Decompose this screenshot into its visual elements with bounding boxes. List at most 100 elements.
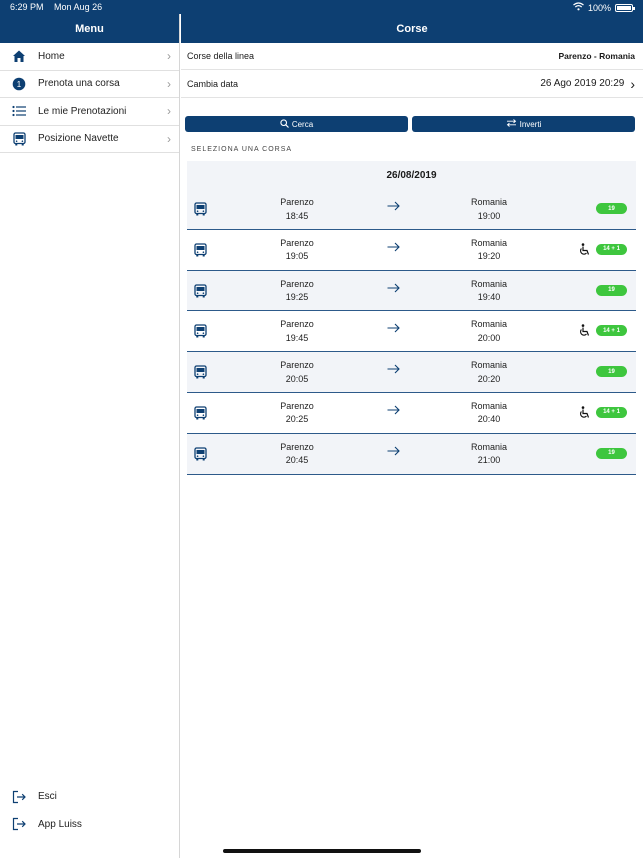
wheelchair-icon <box>578 324 591 339</box>
trip-arrival: Romania 21:00 <box>459 441 519 468</box>
sidebar-item-label: Posizione Navette <box>38 133 119 145</box>
trip-to: Romania <box>470 278 508 289</box>
sidebar-item-home[interactable]: Home › <box>0 43 179 71</box>
trip-dep-time: 19:45 <box>285 332 309 343</box>
trip-row[interactable]: Parenzo 19:05 Romania 19:20 14 + 1 <box>187 229 636 271</box>
seats-badge: 19 <box>596 447 627 459</box>
trip-dep-time: 20:45 <box>285 455 309 466</box>
date-value-wrap: 26 Ago 2019 20:29 › <box>540 76 635 92</box>
trip-row[interactable]: Parenzo 19:25 Romania 19:40 19 <box>187 271 636 312</box>
main-panel: Corse Corse della linea Parenzo - Romani… <box>181 14 643 858</box>
trip-departure: Parenzo 20:05 <box>267 359 327 386</box>
search-icon <box>280 118 289 130</box>
trip-arr-time: 19:00 <box>477 210 501 221</box>
bus-icon <box>194 447 207 463</box>
trip-from: Parenzo <box>280 400 314 411</box>
seats-badge: 19 <box>596 284 627 296</box>
trip-list: 26/08/2019 Parenzo 18:45 Romania 19:00 1… <box>187 161 636 475</box>
trip-row[interactable]: Parenzo 20:05 Romania 20:20 19 <box>187 352 636 393</box>
arrow-right-icon <box>387 446 400 458</box>
trip-row[interactable]: Parenzo 20:45 Romania 21:00 19 <box>187 434 636 475</box>
wifi-icon <box>573 2 584 13</box>
chevron-right-icon: › <box>167 49 171 64</box>
bus-icon <box>194 283 207 300</box>
date-value: 26 Ago 2019 20:29 <box>540 78 625 89</box>
seats-badge: 19 <box>596 366 627 378</box>
trip-arrival: Romania 20:00 <box>459 318 519 345</box>
trip-to: Romania <box>470 441 508 452</box>
trip-arrival: Romania 20:40 <box>459 400 519 427</box>
action-buttons: Cerca Inverti <box>181 116 643 132</box>
sidebar-item-label: Home <box>38 50 65 62</box>
bus-icon <box>12 132 26 146</box>
trip-arrival: Romania 19:00 <box>459 196 519 223</box>
line-row: Corse della linea Parenzo - Romania <box>181 43 643 70</box>
change-date-row[interactable]: Cambia data 26 Ago 2019 20:29 › <box>181 70 643 98</box>
trip-departure: Parenzo 20:45 <box>267 441 327 468</box>
bus-icon <box>194 365 207 381</box>
wheelchair-icon <box>578 243 591 258</box>
chevron-right-icon: › <box>630 75 635 92</box>
section-title: SELEZIONA UNA CORSA <box>191 146 293 153</box>
trip-arr-time: 20:40 <box>477 414 501 425</box>
trip-row[interactable]: Parenzo 19:45 Romania 20:00 14 + 1 <box>187 311 636 353</box>
trip-departure: Parenzo 18:45 <box>267 196 327 223</box>
trip-dep-time: 19:25 <box>285 292 309 303</box>
trip-from: Parenzo <box>280 278 314 289</box>
arrow-right-icon <box>387 405 400 417</box>
trip-dep-time: 18:45 <box>285 210 309 221</box>
arrow-right-icon <box>387 283 400 295</box>
trip-to: Romania <box>470 237 508 248</box>
trip-arr-time: 20:20 <box>477 373 501 384</box>
arrow-right-icon <box>387 201 400 213</box>
chevron-right-icon: › <box>167 131 171 146</box>
sidebar-title: Menu <box>0 14 179 43</box>
sidebar-item-posizione[interactable]: Posizione Navette › <box>0 126 179 153</box>
step-one-icon: 1 <box>12 77 26 91</box>
battery-percent: 100% <box>587 2 611 13</box>
invert-button[interactable]: Inverti <box>412 116 635 132</box>
swap-arrows-icon <box>506 119 517 129</box>
sidebar-item-label: Esci <box>38 791 57 803</box>
sidebar-item-prenotazioni[interactable]: Le mie Prenotazioni › <box>0 98 179 126</box>
sidebar-bottom: Esci App Luiss <box>0 783 180 838</box>
home-icon <box>12 49 26 63</box>
home-indicator <box>223 849 421 853</box>
trip-to: Romania <box>470 319 508 330</box>
bus-icon <box>194 406 207 422</box>
invert-button-label: Inverti <box>519 119 542 129</box>
sidebar-item-prenota[interactable]: 1 Prenota una corsa › <box>0 71 179 98</box>
sidebar-item-label: App Luiss <box>38 818 82 830</box>
trip-row[interactable]: Parenzo 18:45 Romania 19:00 19 <box>187 189 636 230</box>
trip-to: Romania <box>470 197 508 207</box>
sidebar-item-app-luiss[interactable]: App Luiss <box>0 811 180 839</box>
trip-arrival: Romania 20:20 <box>459 359 519 386</box>
arrow-right-icon <box>387 242 400 254</box>
status-bar: 6:29 PM Mon Aug 26 100% <box>0 0 643 14</box>
logout-icon <box>12 817 26 831</box>
battery-icon <box>615 3 635 12</box>
status-time: 6:29 PM <box>10 2 44 12</box>
sidebar-item-label: Prenota una corsa <box>38 78 120 90</box>
chevron-right-icon: › <box>167 76 171 91</box>
trip-from: Parenzo <box>280 360 314 371</box>
trip-arr-time: 21:00 <box>477 455 501 466</box>
trip-to: Romania <box>470 360 508 371</box>
trip-arr-time: 19:40 <box>477 292 501 303</box>
page-title: Corse <box>181 14 643 43</box>
wheelchair-icon <box>578 406 591 421</box>
arrow-right-icon <box>387 364 400 376</box>
seats-badge: 14 + 1 <box>596 243 627 255</box>
sidebar-item-esci[interactable]: Esci <box>0 783 180 811</box>
trip-departure: Parenzo 19:25 <box>267 278 327 305</box>
sidebar-item-label: Le mie Prenotazioni <box>38 105 127 117</box>
trip-from: Parenzo <box>280 237 314 248</box>
search-button[interactable]: Cerca <box>185 116 408 132</box>
trip-row[interactable]: Parenzo 20:25 Romania 20:40 14 + 1 <box>187 392 636 434</box>
change-date-label: Cambia data <box>187 78 239 89</box>
bus-icon <box>194 202 207 218</box>
trip-dep-time: 20:25 <box>285 414 309 425</box>
trip-departure: Parenzo 20:25 <box>267 400 327 427</box>
trip-departure: Parenzo 19:05 <box>267 237 327 264</box>
line-label: Corse della linea <box>187 51 255 61</box>
